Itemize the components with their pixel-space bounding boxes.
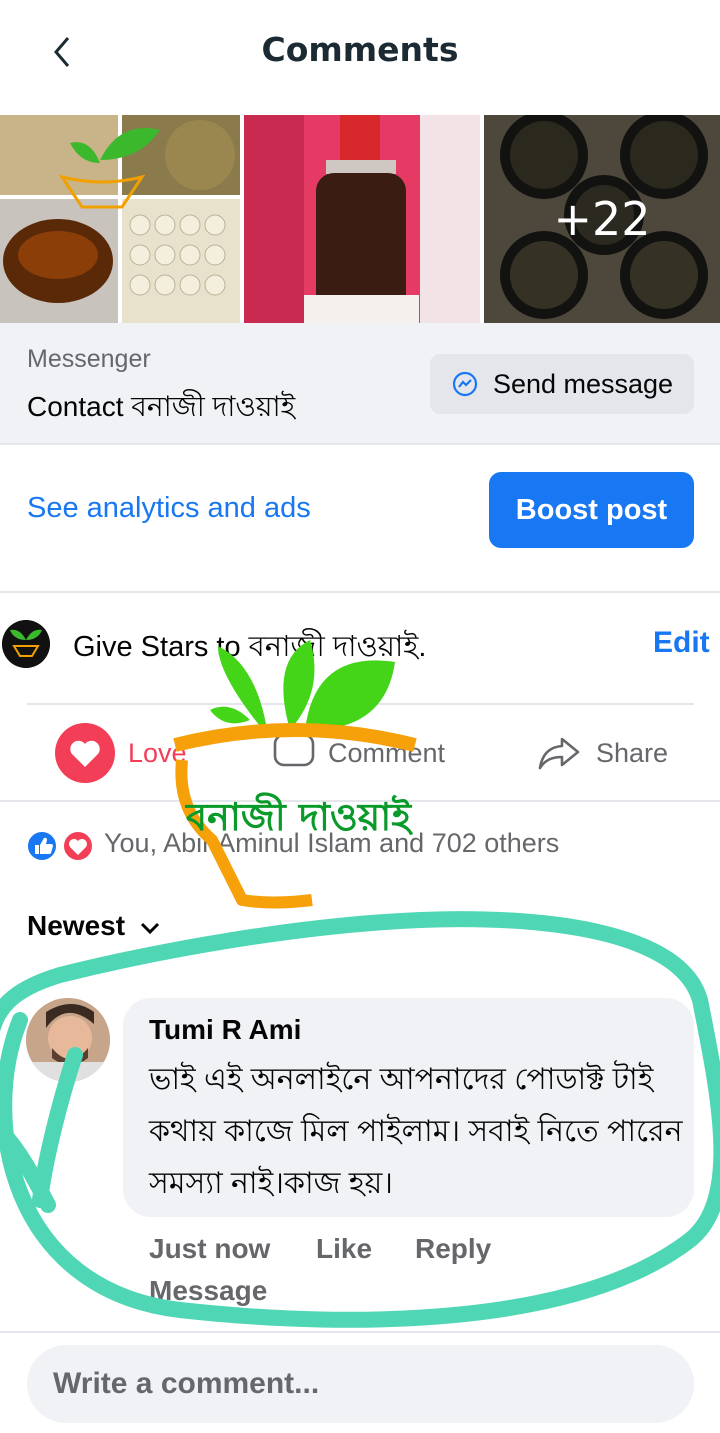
sort-dropdown[interactable]: Newest — [27, 910, 161, 942]
give-stars-text: Give Stars to বনাজী দাওয়াই. — [73, 631, 427, 663]
comment-message-link[interactable]: Message — [149, 1275, 267, 1307]
send-message-label: Send message — [492, 368, 674, 399]
page-avatar — [2, 620, 50, 668]
comment-like-link[interactable]: Like — [316, 1233, 372, 1265]
comment-button[interactable]: Comment — [272, 720, 445, 786]
comment-icon — [273, 733, 315, 767]
boost-post-button[interactable]: Boost post — [489, 472, 694, 548]
page-title: Comments — [261, 30, 459, 69]
photo-collage[interactable] — [0, 115, 240, 323]
edit-stars-link[interactable]: Edit — [653, 626, 710, 660]
comment-label: Comment — [328, 737, 446, 768]
reaction-icons[interactable] — [26, 830, 98, 867]
comment-reply-link[interactable]: Reply — [415, 1233, 491, 1265]
comment-input-placeholder: Write a comment... — [53, 1367, 320, 1400]
sort-label: Newest — [27, 910, 126, 941]
divider — [0, 443, 720, 445]
chevron-down-icon — [140, 922, 159, 935]
messenger-contact: Contact বনাজী দাওয়াই — [27, 391, 296, 422]
love-reaction-button[interactable]: Love — [54, 720, 187, 786]
see-analytics-link[interactable]: See analytics and ads — [27, 492, 311, 525]
share-button[interactable]: Share — [536, 720, 668, 786]
divider — [0, 1331, 720, 1333]
messenger-icon — [452, 371, 478, 397]
share-label: Share — [596, 737, 669, 768]
share-icon — [538, 737, 580, 770]
love-label: Love — [128, 737, 187, 768]
comment-text: ভাই এই অনলাইনে আপনাদের পোডাক্ট টাই কথায়… — [149, 1063, 683, 1200]
comment-time: Just now — [149, 1233, 271, 1264]
post-photo-grid[interactable]: +22 — [0, 115, 720, 323]
comment-author[interactable]: Tumi R Ami — [149, 1014, 301, 1046]
commenter-avatar[interactable] — [26, 998, 110, 1082]
more-photos-count[interactable]: +22 — [484, 115, 720, 323]
divider — [27, 703, 694, 705]
photo-jars[interactable]: +22 — [484, 115, 720, 323]
messenger-label: Messenger — [27, 345, 151, 373]
photo-bottle[interactable] — [244, 115, 480, 323]
love-icon — [55, 723, 115, 783]
watermark-text: বনাজী দাওয়াই — [186, 794, 412, 839]
divider — [0, 591, 720, 593]
send-message-button[interactable]: Send message — [430, 354, 694, 414]
